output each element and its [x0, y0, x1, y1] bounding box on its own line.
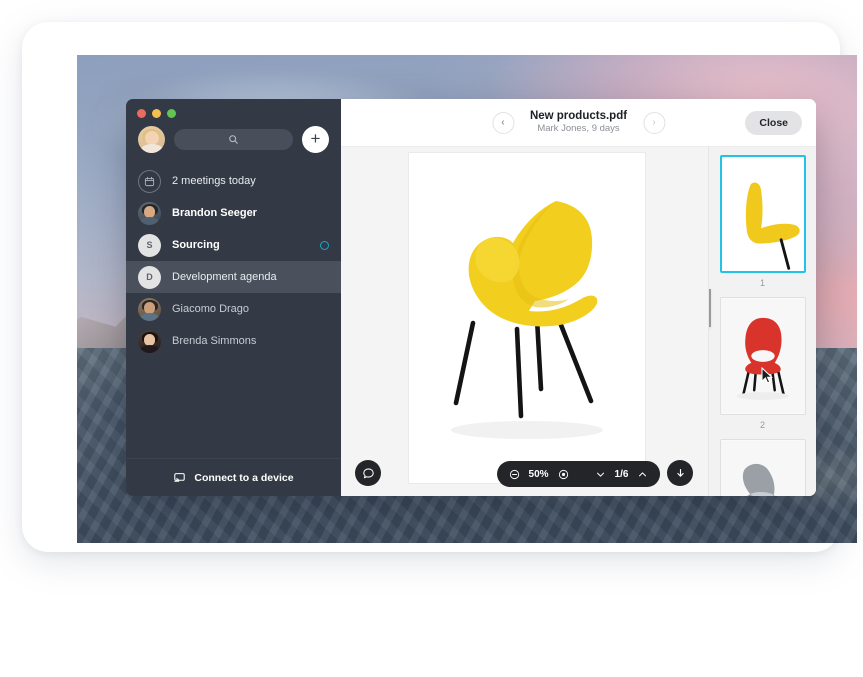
search-input[interactable] [174, 129, 293, 150]
thumbnail-rail: › [708, 147, 816, 496]
thumbnail-item: 3 [709, 439, 816, 496]
download-button[interactable] [667, 460, 693, 486]
screen-cast-icon [174, 473, 186, 482]
sidebar-list: 2 meetings today Brandon Seeger S Sourci… [126, 163, 341, 458]
group-initial-avatar: D [138, 265, 161, 289]
thumbnail-number: 1 [759, 278, 765, 288]
download-icon [676, 468, 684, 477]
connect-to-device-button[interactable]: Connect to a device [126, 458, 341, 496]
sidebar-header: + [126, 118, 341, 163]
add-conversation-button[interactable]: + [302, 126, 329, 153]
chevron-up-icon [639, 471, 647, 476]
contact-avatar [138, 329, 161, 353]
collapse-thumbnails-button[interactable]: › [709, 289, 711, 327]
sidebar-item-development-agenda[interactable]: D Development agenda [126, 261, 341, 293]
sidebar: + 2 meetings today Brandon Seeger S Sour… [126, 99, 341, 496]
minimize-window-button[interactable] [152, 109, 161, 118]
sidebar-item-label: Development agenda [172, 271, 277, 283]
sidebar-item-label: Sourcing [172, 239, 220, 251]
document-meta: Mark Jones, 9 days [537, 123, 620, 135]
window-traffic-lights [126, 99, 341, 118]
thumbnail-page-1[interactable] [719, 155, 806, 273]
chevron-left-icon: ‹ [501, 116, 505, 128]
device-frame: + 2 meetings today Brandon Seeger S Sour… [22, 22, 857, 552]
connect-to-device-label: Connect to a device [194, 471, 294, 484]
comment-button[interactable] [355, 460, 381, 486]
page-indicator: 1/6 [614, 468, 629, 480]
sidebar-item-brandon-seeger[interactable]: Brandon Seeger [126, 197, 341, 229]
page-canvas[interactable]: 50% 1/6 1 2 [341, 147, 816, 496]
document-viewer: ‹ New products.pdf Mark Jones, 9 days › … [341, 99, 816, 496]
plus-icon: + [310, 129, 321, 148]
sidebar-item-label: 2 meetings today [172, 175, 256, 187]
yellow-chair-image [409, 153, 645, 483]
document-page [409, 153, 645, 483]
contact-avatar [138, 201, 161, 225]
next-page-button[interactable] [637, 469, 648, 480]
sidebar-item-brenda-simmons[interactable]: Brenda Simmons [126, 325, 341, 357]
chevron-down-icon [596, 472, 604, 477]
group-initial-avatar: S [138, 233, 161, 257]
comment-icon [362, 467, 374, 478]
contact-avatar [138, 297, 161, 321]
thumbnail-item: 1 [709, 155, 816, 297]
avatar[interactable] [138, 126, 165, 153]
close-button[interactable]: Close [745, 110, 802, 135]
previous-document-button[interactable]: ‹ [491, 111, 514, 134]
zoom-in-button[interactable] [558, 469, 569, 480]
thumbnail-number: 2 [759, 420, 765, 430]
sidebar-item-giacomo-drago[interactable]: Giacomo Drago [126, 293, 341, 325]
viewer-header: ‹ New products.pdf Mark Jones, 9 days › … [341, 99, 816, 147]
next-document-button[interactable]: › [643, 111, 666, 134]
red-chair-thumbnail [720, 298, 805, 414]
zoom-toolbar: 50% 1/6 [496, 461, 661, 487]
calendar-icon [138, 169, 161, 193]
page-title: New products.pdf [529, 109, 628, 122]
status-ring-indicator [320, 240, 329, 250]
zoom-level-label: 50% [528, 468, 549, 480]
thumbnail-page-2[interactable] [719, 297, 806, 415]
previous-page-button[interactable] [595, 469, 606, 480]
device-screen: + 2 meetings today Brandon Seeger S Sour… [77, 55, 857, 543]
maximize-window-button[interactable] [167, 109, 176, 118]
chevron-right-icon: › [652, 116, 656, 128]
zoom-out-button[interactable] [509, 469, 520, 480]
sidebar-item-meetings[interactable]: 2 meetings today [126, 165, 341, 197]
viewer-title-group: ‹ New products.pdf Mark Jones, 9 days › [491, 109, 666, 136]
thumbnail-page-3[interactable] [719, 439, 806, 496]
yellow-chair-thumbnail [721, 157, 804, 271]
zoom-in-icon [558, 469, 568, 479]
search-icon [229, 135, 238, 144]
zoom-out-icon [509, 469, 519, 479]
mouse-cursor [761, 367, 773, 384]
sidebar-item-sourcing[interactable]: S Sourcing [126, 229, 341, 261]
sidebar-item-label: Brenda Simmons [172, 335, 257, 347]
viewer-body: 50% 1/6 1 2 [341, 147, 816, 496]
app-window: + 2 meetings today Brandon Seeger S Sour… [126, 99, 816, 496]
close-window-button[interactable] [137, 109, 146, 118]
screenshot-root: + 2 meetings today Brandon Seeger S Sour… [0, 0, 863, 677]
document-title-block: New products.pdf Mark Jones, 9 days [530, 109, 627, 136]
sidebar-item-label: Brandon Seeger [172, 207, 257, 219]
grey-chair-thumbnail [720, 440, 805, 496]
sidebar-item-label: Giacomo Drago [172, 303, 250, 315]
